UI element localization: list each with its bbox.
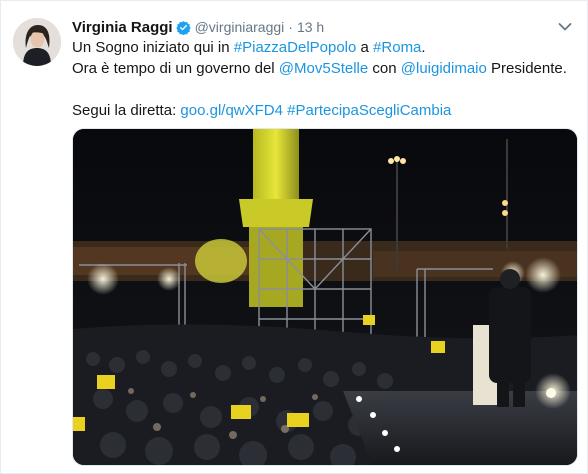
text-segment: Ora è tempo di un governo del	[72, 60, 279, 77]
tweet-text-line-2: Ora è tempo di un governo del @Mov5Stell…	[72, 58, 577, 79]
text-segment: Un Sogno iniziato qui in	[72, 39, 234, 56]
tweet-photo[interactable]	[72, 128, 578, 466]
tweet-text: Un Sogno iniziato qui in #PiazzaDelPopol…	[72, 37, 577, 121]
hashtag-roma[interactable]: #Roma	[373, 39, 421, 56]
author-name[interactable]: Virginia Raggi	[72, 19, 173, 36]
mention-mov5stelle[interactable]: @Mov5Stelle	[279, 60, 368, 77]
rally-photo-image	[73, 129, 577, 465]
separator-dot: ·	[288, 19, 293, 35]
tweet-text-line-1: Un Sogno iniziato qui in #PiazzaDelPopol…	[72, 37, 577, 58]
hashtag-piazzadelpopolo[interactable]: #PiazzaDelPopolo	[234, 39, 357, 56]
tweet-card[interactable]: Virginia Raggi @virginiaraggi · 13 h Un …	[0, 0, 588, 474]
avatar-image	[13, 18, 61, 66]
tweet-timestamp[interactable]: 13 h	[297, 19, 324, 35]
text-segment: con	[368, 60, 401, 77]
text-segment: Presidente.	[486, 60, 567, 77]
url-link[interactable]: goo.gl/qwXFD4	[180, 102, 283, 119]
chevron-down-icon[interactable]	[555, 17, 575, 37]
text-segment: .	[421, 39, 426, 56]
mention-luigidimaio[interactable]: @luigidimaio	[401, 60, 487, 77]
avatar[interactable]	[13, 18, 61, 66]
author-handle[interactable]: @virginiaraggi	[195, 19, 285, 35]
verified-badge-icon	[175, 20, 191, 35]
tweet-header: Virginia Raggi @virginiaraggi · 13 h	[72, 17, 575, 37]
text-segment: Segui la diretta:	[72, 102, 181, 119]
hashtag-partecipasceglicambia[interactable]: #PartecipaScegliCambia	[287, 102, 451, 119]
text-segment: a	[356, 39, 374, 56]
tweet-text-line-3: Segui la diretta: goo.gl/qwXFD4 #Parteci…	[72, 100, 577, 121]
